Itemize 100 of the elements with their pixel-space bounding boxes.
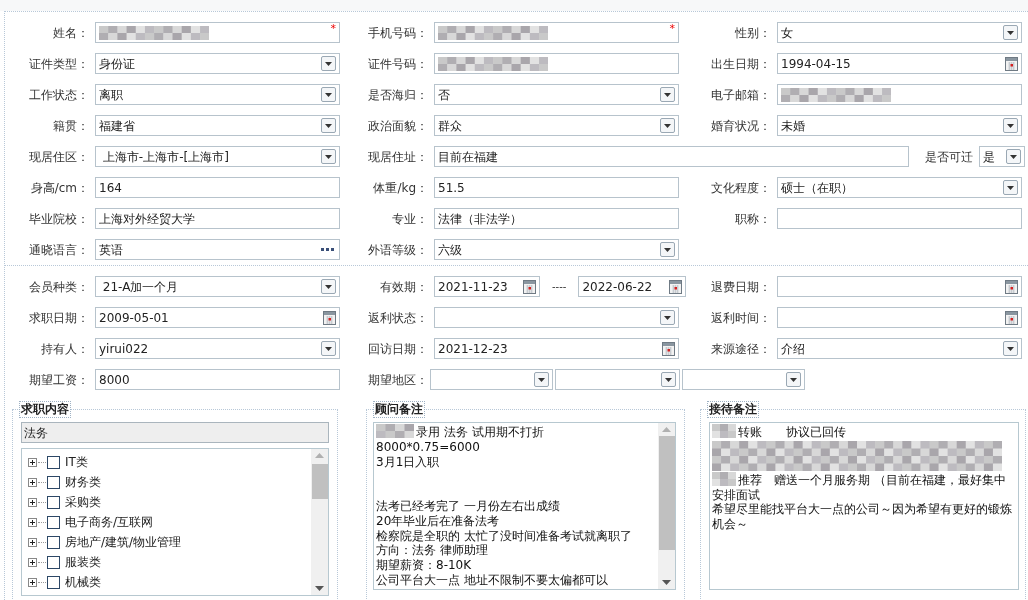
dropdown-field[interactable]: 女: [777, 22, 1022, 43]
tree-item[interactable]: 财务类: [65, 473, 101, 491]
tree-checkbox[interactable]: [47, 575, 60, 589]
dropdown-field[interactable]: [682, 369, 805, 390]
date-field[interactable]: [777, 307, 1022, 328]
calendar-icon[interactable]: [1005, 279, 1018, 294]
text-field[interactable]: 51.5: [434, 177, 679, 198]
text-field[interactable]: [434, 53, 679, 74]
date-field[interactable]: 1994-04-15: [777, 53, 1022, 74]
text-field[interactable]: 164: [95, 177, 340, 198]
dropdown-field[interactable]: 身份证: [95, 53, 340, 74]
scrollbar[interactable]: [658, 423, 675, 589]
more-icon[interactable]: [321, 247, 335, 252]
dropdown-button[interactable]: [321, 118, 336, 133]
expand-icon[interactable]: [28, 557, 37, 567]
dropdown-button[interactable]: [660, 242, 675, 257]
dropdown-button[interactable]: [660, 310, 675, 325]
scroll-down-icon[interactable]: [315, 586, 324, 591]
tree-item[interactable]: 房地产/建筑/物业管理: [65, 533, 182, 551]
expand-icon[interactable]: [28, 457, 37, 467]
required-mark: *: [669, 21, 675, 37]
date-field[interactable]: 2021-12-23: [434, 338, 679, 359]
text-field[interactable]: *: [434, 22, 679, 43]
text-field[interactable]: 法律（非法学）: [434, 208, 679, 229]
dropdown-button[interactable]: [1003, 118, 1018, 133]
dropdown-field[interactable]: 福建省: [95, 115, 340, 136]
dropdown-button[interactable]: [321, 87, 336, 102]
calendar-icon[interactable]: [523, 279, 536, 294]
dropdown-field[interactable]: 离职: [95, 84, 340, 105]
tree-checkbox[interactable]: [47, 515, 60, 529]
dropdown-field[interactable]: [555, 369, 680, 390]
dropdown-field[interactable]: 21-A加一个月: [95, 276, 340, 297]
scrollbar-thumb[interactable]: [658, 436, 675, 550]
scrollbar[interactable]: [311, 449, 328, 595]
expand-icon[interactable]: [28, 537, 37, 547]
dropdown-field[interactable]: 介绍: [777, 338, 1022, 359]
dropdown-button[interactable]: [321, 341, 336, 356]
dropdown-button[interactable]: [661, 372, 676, 387]
dropdown-button[interactable]: [321, 149, 336, 164]
date-field[interactable]: 2009-05-01: [95, 307, 340, 328]
dropdown-field[interactable]: 硕士（在职）: [777, 177, 1022, 198]
text-field[interactable]: *: [95, 22, 340, 43]
dropdown-button[interactable]: [660, 118, 675, 133]
text-field[interactable]: [777, 208, 1022, 229]
dropdown-button[interactable]: [1006, 149, 1021, 164]
tree-checkbox[interactable]: [47, 495, 60, 509]
tree-item[interactable]: IT类: [65, 453, 88, 471]
tree-item[interactable]: 服装类: [65, 553, 101, 571]
notes-field[interactable]: 转账 协议已回传 推荐 赠送一个月服务期 （目前在福建，最好集中安排面试 希望尽里能找平台大一点的公司～因为希望有更好的锻炼机会～: [709, 422, 1019, 590]
dropdown-field[interactable]: 群众: [434, 115, 679, 136]
dropdown-button[interactable]: [321, 279, 336, 294]
expand-icon[interactable]: [28, 517, 37, 527]
date-field[interactable]: 2022-06-22: [578, 276, 687, 297]
note-line: 20年毕业后在准备法考: [376, 513, 500, 528]
scrollbar-thumb[interactable]: [311, 464, 328, 499]
dropdown-button[interactable]: [1003, 341, 1018, 356]
tree-item[interactable]: 采购类: [65, 493, 101, 511]
text-field[interactable]: 8000: [95, 369, 340, 390]
calendar-icon[interactable]: [1005, 56, 1018, 71]
field-label: 证件号码：: [367, 55, 428, 73]
field-label: 通晓语言：: [28, 241, 89, 259]
scroll-down-icon[interactable]: [662, 580, 671, 585]
tree-item[interactable]: 电子商务/互联网: [65, 513, 154, 531]
dropdown-button[interactable]: [786, 372, 801, 387]
caret-icon: [664, 315, 671, 320]
field-label: 有效期：: [379, 278, 428, 296]
dropdown-button[interactable]: [321, 56, 336, 71]
expand-icon[interactable]: [28, 477, 37, 487]
calendar-icon[interactable]: [669, 279, 683, 294]
date-field[interactable]: [777, 276, 1022, 297]
lookup-field[interactable]: 英语: [95, 239, 340, 260]
dropdown-button[interactable]: [1003, 25, 1018, 40]
dropdown-button[interactable]: [660, 87, 675, 102]
calendar-icon[interactable]: [323, 310, 336, 325]
calendar-icon[interactable]: [662, 341, 675, 356]
expand-icon[interactable]: [28, 577, 37, 587]
dropdown-button[interactable]: [534, 372, 549, 387]
text-field[interactable]: 上海对外经贸大学: [95, 208, 340, 229]
dropdown-button[interactable]: [1003, 180, 1018, 195]
dropdown-field[interactable]: [434, 307, 679, 328]
date-field[interactable]: 2021-11-23: [434, 276, 540, 297]
text-field[interactable]: [777, 84, 1022, 105]
search-field[interactable]: 法务: [21, 422, 329, 443]
dropdown-field[interactable]: yirui022: [95, 338, 340, 359]
tree-checkbox[interactable]: [47, 475, 60, 489]
tree-checkbox[interactable]: [47, 535, 60, 549]
dropdown-field[interactable]: 上海市-上海市-[上海市]: [95, 146, 340, 167]
notes-field[interactable]: 录用 法务 试用期不打折 8000*0.75=6000 3月1日入职 法考已经考完了 一月份左右出成绩 20年毕业后在准备法考 检察院是全职的 太忙了没时间准备考试就离职了 方向：法务 律师助理 期望薪资：8-10K 公司平台大一点 地址不限制不要太偏都可以: [373, 422, 676, 590]
tree-checkbox[interactable]: [47, 555, 60, 569]
text-field[interactable]: 目前在福建: [434, 146, 909, 167]
dropdown-field[interactable]: 六级: [434, 239, 679, 260]
dropdown-field[interactable]: 是: [979, 146, 1025, 167]
dropdown-field[interactable]: 否: [434, 84, 679, 105]
dropdown-field[interactable]: [430, 369, 553, 390]
dropdown-field[interactable]: 未婚: [777, 115, 1022, 136]
expand-icon[interactable]: [28, 497, 37, 507]
calendar-icon[interactable]: [1005, 310, 1018, 325]
tree-checkbox[interactable]: [47, 455, 60, 469]
note-line: 3月1日入职: [376, 454, 440, 469]
tree-item[interactable]: 机械类: [65, 573, 101, 591]
